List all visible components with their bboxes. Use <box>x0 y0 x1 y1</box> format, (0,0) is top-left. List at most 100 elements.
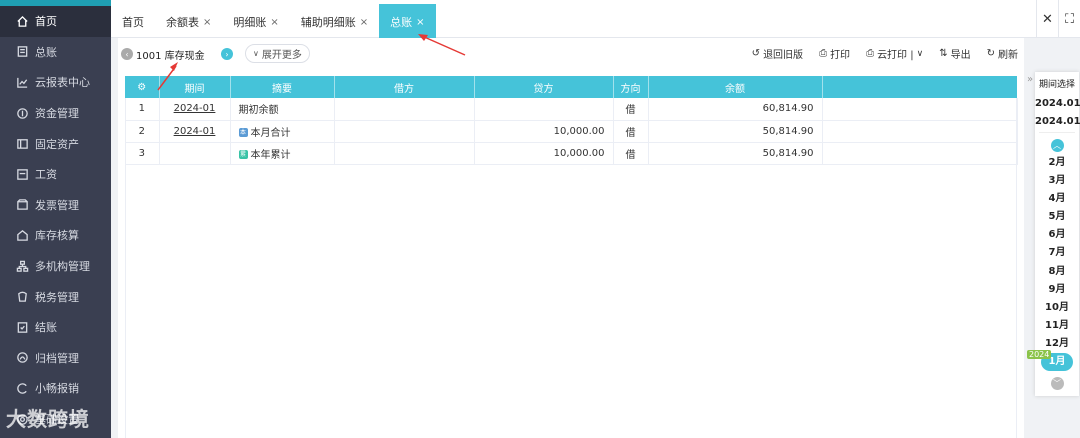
settings-icon[interactable]: ⚙ <box>125 76 160 98</box>
month-option[interactable]: 11月 <box>1035 317 1079 335</box>
sidebar-item-invoice[interactable]: 发票管理 <box>0 190 111 221</box>
month-option[interactable]: 6月 <box>1035 226 1079 244</box>
tab-2[interactable]: 明细账 × <box>222 4 289 40</box>
tab-0[interactable]: 首页 <box>111 4 155 40</box>
direction-cell: 借 <box>613 142 649 165</box>
sidebar-item-expense[interactable]: 小畅报销 <box>0 373 111 404</box>
sidebar-item-home[interactable]: 首页 <box>0 6 111 37</box>
sidebar-item-label: 发票管理 <box>35 198 79 212</box>
archive-icon <box>15 351 29 365</box>
table-row: 2 2024-01 本本月合计 10,000.00 借 50,814.90 <box>125 120 1018 143</box>
next-account-button[interactable]: › <box>221 48 233 60</box>
sidebar-item-label: 多机构管理 <box>35 260 90 274</box>
period-divider <box>1039 127 1075 133</box>
action-label: 刷新 <box>998 50 1018 61</box>
print-button[interactable]: ⎙ 打印 <box>819 46 850 61</box>
period-link[interactable] <box>159 142 231 165</box>
account-selector[interactable]: ‹ 1001 库存现金 › <box>121 46 233 62</box>
summary-badge-icon: 本 <box>238 128 248 137</box>
close-book-icon <box>15 320 29 334</box>
undo-button[interactable]: ↺ 退回旧版 <box>752 46 803 61</box>
sidebar-item-org[interactable]: 多机构管理 <box>0 251 111 282</box>
expand-more-label: 展开更多 <box>261 50 302 61</box>
month-option[interactable]: 4月 <box>1035 190 1079 208</box>
collapse-panel-icon[interactable]: » <box>1025 74 1035 88</box>
scroll-down-icon[interactable]: ﹀ <box>1050 377 1064 391</box>
period-end[interactable]: 2024.01 <box>1035 116 1080 127</box>
direction-cell: 借 <box>613 120 649 143</box>
debit-cell <box>334 98 475 121</box>
month-option[interactable]: 9月 <box>1035 281 1079 299</box>
row-number: 2 <box>125 120 160 143</box>
sidebar-item-close-book[interactable]: 结账 <box>0 312 111 343</box>
sidebar-item-salary[interactable]: 工资 <box>0 159 111 190</box>
chevron-down-icon: ∨ <box>253 49 259 58</box>
expand-more-button[interactable]: ∨ 展开更多 <box>245 44 310 63</box>
summary-text: 本年累计 <box>250 149 291 161</box>
month-option[interactable]: 8月 <box>1035 263 1079 281</box>
month-option[interactable]: 5月 <box>1035 208 1079 226</box>
empty-cell <box>822 98 1018 121</box>
tab-label: 明细账 <box>233 16 267 29</box>
sidebar-item-money[interactable]: 资金管理 <box>0 98 111 129</box>
header-summary: 摘要 <box>230 76 335 98</box>
print-icon: ⎙ <box>819 48 828 59</box>
sidebar-item-label: 归档管理 <box>35 351 79 365</box>
general-ledger-table: ⚙ 期间 摘要 借方 贷方 方向 余额 1 2024-01 期初余额借 60,814.… <box>125 76 1018 165</box>
sidebar-item-warehouse[interactable]: 库存核算 <box>0 220 111 251</box>
chart-icon <box>15 75 29 89</box>
month-option[interactable]: 10月 <box>1035 299 1079 317</box>
period-panel-title: 期间选择 <box>1038 80 1075 90</box>
tab-label: 首页 <box>122 16 144 29</box>
tab-close-icon[interactable]: × <box>416 17 424 28</box>
period-link[interactable]: 2024-01 <box>159 98 231 121</box>
year-tag: 2024 <box>1027 350 1052 359</box>
cloud-print-button[interactable]: ⎙ 云打印 | ∨ <box>866 46 923 61</box>
sidebar-item-archive[interactable]: 归档管理 <box>0 343 111 374</box>
debit-cell <box>334 142 475 165</box>
main-content: ‹ 1001 库存现金 › ∨ 展开更多 ↺ 退回旧版 ⎙ 打印 ⎙ 云打印 | ∨ ⇅ 导出 ↻… <box>118 38 1024 438</box>
sidebar-item-tax[interactable]: 税务管理 <box>0 281 111 312</box>
summary-cell: 期初余额 <box>230 98 335 121</box>
sidebar-item-label: 云报表中心 <box>35 76 90 90</box>
month-option[interactable]: 7月 <box>1035 244 1079 262</box>
sidebar-item-label: 小畅报销 <box>35 382 79 396</box>
tab-1[interactable]: 余额表 × <box>155 4 222 40</box>
balance-cell: 50,814.90 <box>648 142 823 165</box>
row-number: 1 <box>125 98 160 121</box>
expense-icon <box>15 381 29 395</box>
sidebar-item-label: 库存核算 <box>35 229 79 243</box>
sidebar-item-label: 总账 <box>35 45 57 59</box>
tab-close-icon[interactable]: × <box>270 17 278 28</box>
tab-close-icon[interactable]: × <box>203 17 211 28</box>
close-all-tabs-button[interactable]: ✕ <box>1036 0 1058 38</box>
export-button[interactable]: ⇅ 导出 <box>939 46 970 61</box>
scroll-up-icon[interactable]: ︿ <box>1050 139 1064 152</box>
ledger-icon <box>15 45 29 59</box>
chevron-down-icon[interactable]: ∨ <box>917 49 924 59</box>
fullscreen-icon[interactable]: ⛶ <box>1058 0 1080 38</box>
credit-cell <box>474 98 614 121</box>
period-link[interactable]: 2024-01 <box>159 120 231 143</box>
summary-text: 本月合计 <box>250 127 291 139</box>
tab-3[interactable]: 辅助明细账 × <box>290 4 379 40</box>
sidebar-item-ledger[interactable]: 总账 <box>0 37 111 68</box>
tab-4[interactable]: 总账 × <box>379 4 436 40</box>
salary-icon <box>15 167 29 181</box>
export-icon: ⇅ <box>939 48 948 59</box>
prev-account-button[interactable]: ‹ <box>121 48 133 60</box>
sidebar-item-asset[interactable]: 固定资产 <box>0 128 111 159</box>
summary-text: 期初余额 <box>238 105 279 117</box>
sidebar-item-chart[interactable]: 云报表中心 <box>0 67 111 98</box>
period-start[interactable]: 2024.01 <box>1035 98 1080 109</box>
month-option[interactable]: 2月 <box>1035 154 1079 172</box>
account-value[interactable]: 1001 库存现金 <box>133 47 221 62</box>
month-option[interactable]: 3月 <box>1035 172 1079 190</box>
sidebar-item-label: 固定资产 <box>35 137 79 151</box>
tab-label: 余额表 <box>166 16 199 29</box>
refresh-button[interactable]: ↻ 刷新 <box>987 46 1018 61</box>
tab-close-icon[interactable]: × <box>360 17 368 28</box>
header-empty <box>822 76 1018 98</box>
summary-cell: 本本月合计 <box>230 120 335 143</box>
tab-label: 辅助明细账 <box>300 16 356 29</box>
